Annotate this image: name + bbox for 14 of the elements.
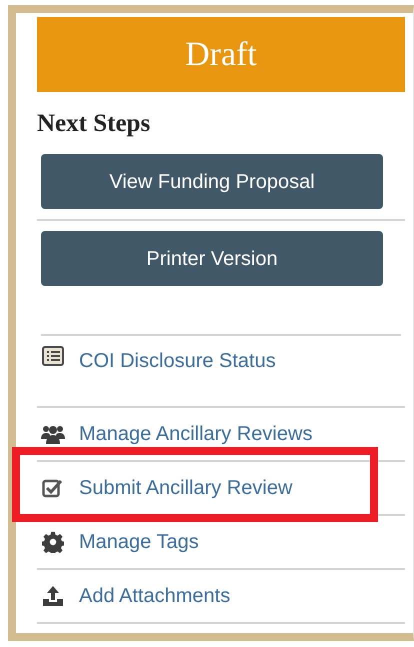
action-link[interactable]: COI Disclosure Status [79, 346, 276, 376]
people-icon [41, 424, 65, 444]
settings-icon [41, 531, 65, 553]
list-icon [41, 346, 65, 366]
section-heading: Next Steps [37, 109, 152, 139]
action-link[interactable]: Manage Ancillary Reviews [79, 419, 312, 449]
action-link[interactable]: Manage Tags [79, 527, 199, 557]
action-link[interactable]: Add Attachments [79, 581, 230, 611]
action-button[interactable]: View Funding Proposal [41, 154, 383, 209]
status-banner: Draft [37, 17, 405, 92]
action-link[interactable]: Submit Ancillary Review [79, 473, 292, 503]
checkbox-icon [41, 478, 65, 498]
action-button[interactable]: Printer Version [41, 231, 383, 286]
upload-icon [41, 585, 65, 607]
